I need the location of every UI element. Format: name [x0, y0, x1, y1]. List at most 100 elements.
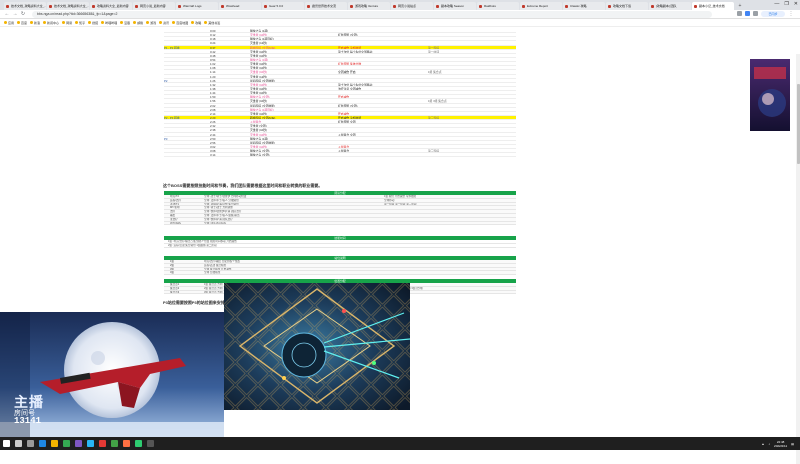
- edge-icon[interactable]: [39, 440, 46, 447]
- network-icon[interactable]: ▲: [762, 442, 765, 446]
- table-cell: 全场: 盗贼/萨满/武僧 集合站位: [204, 202, 239, 206]
- bookmark-label: 攻略: [195, 20, 202, 25]
- table-cell: 红色预警 集体分散: [338, 62, 362, 67]
- table-cell: 2:44: [210, 132, 216, 137]
- address-bar-row: ← → ↻ bbs.nga.cn/read.php?tid=36665638&_…: [0, 10, 800, 19]
- table-cell: [428, 41, 516, 44]
- table-cell: [338, 153, 428, 156]
- page-scrollbar[interactable]: [796, 54, 800, 464]
- table-cell: 2:38: [210, 128, 216, 133]
- mail-icon[interactable]: [87, 440, 94, 447]
- close-window-button[interactable]: ✕: [794, 1, 798, 7]
- bookmark-label: 搜狐: [92, 20, 99, 25]
- game-icon[interactable]: [111, 440, 118, 447]
- taskview-icon[interactable]: [27, 440, 34, 447]
- tab-label: Extreme Report: [527, 4, 549, 8]
- browser-tab[interactable]: Raidbots: [477, 2, 519, 10]
- browser-tab[interactable]: Gear 5.0.0: [262, 2, 304, 10]
- bookmark-label: 应用: [8, 20, 15, 25]
- browser-tab[interactable]: 副本攻略 Season: [434, 2, 476, 10]
- browser-tab[interactable]: Wowhead: [219, 2, 261, 10]
- tab-favicon-icon: [651, 4, 654, 8]
- browser-tab[interactable]: 网页小说_最新内容: [133, 2, 175, 10]
- chrome-icon[interactable]: [63, 440, 70, 447]
- wechat-icon[interactable]: [135, 440, 142, 447]
- table-cell: [164, 70, 210, 73]
- table-cell: 灭世者 (10秒): [250, 62, 267, 67]
- table-cell: [428, 124, 516, 127]
- volume-icon[interactable]: ♪: [769, 442, 771, 446]
- menu-icon[interactable]: ⋮: [788, 11, 794, 17]
- bookmark-item[interactable]: 搜狐: [88, 21, 98, 25]
- browser-tab[interactable]: 魔兽世界技术交流: [305, 2, 347, 10]
- reload-icon[interactable]: ↻: [20, 11, 26, 17]
- bookmark-label: 网易: [66, 20, 73, 25]
- search-icon[interactable]: [15, 440, 22, 447]
- table-cell: 全场: 牧师/萨满 团队治疗: [204, 217, 233, 221]
- clock[interactable]: 22:48 2022/2/11: [774, 440, 787, 448]
- browser-tab[interactable]: 技术文档_攻略资料大全_...: [4, 2, 46, 10]
- bookmark-item[interactable]: 资讯: [159, 21, 169, 25]
- table-cell: 全场: 法师/术士/猎人 分散站位: [204, 198, 239, 202]
- table-cell: 2组: [170, 263, 175, 267]
- forward-icon[interactable]: →: [12, 11, 18, 17]
- bookmark-item[interactable]: 新闻中心: [43, 21, 59, 25]
- ad-thumbnail-image[interactable]: [750, 59, 790, 131]
- table-cell: 全场: 骑士/战士 方向调整: [204, 206, 233, 210]
- table-cell: 1组: [170, 260, 175, 263]
- minimize-button[interactable]: —: [774, 1, 779, 7]
- bookmark-item[interactable]: 豆瓣: [120, 21, 130, 25]
- back-icon[interactable]: ←: [4, 11, 10, 17]
- table-cell: 3:02: [210, 144, 216, 149]
- browser-tab[interactable]: Extreme Report: [520, 2, 562, 10]
- table-cell: 全场: 法师/术士/猎人/盗贼 输出: [204, 213, 240, 217]
- new-tab-button[interactable]: +: [737, 3, 743, 9]
- store-icon[interactable]: [75, 440, 82, 447]
- video-icon[interactable]: [123, 440, 130, 447]
- browser-tab[interactable]: 技术文档_攻略资料大全_...: [47, 2, 89, 10]
- bookmark-item[interactable]: 哔哩哔哩: [101, 21, 117, 25]
- table-cell: 1:26: [210, 78, 216, 83]
- browser-tab[interactable]: 网页小说站点: [391, 2, 433, 10]
- bookmark-item[interactable]: 网易: [62, 21, 72, 25]
- group-table: 1组 坦克/治疗/输出 分配到各个位置 2组 远程/近战 集合站位 3组 全场 集合站位 …: [164, 260, 516, 276]
- table-cell: 1:32: [210, 82, 216, 87]
- table-cell: 2:56: [210, 140, 216, 145]
- notification-icon[interactable]: ▤: [791, 442, 794, 446]
- table-cell: 转换阶段 (全团AOE): [250, 45, 276, 50]
- browser-tab[interactable]: 攻略文档下载: [606, 2, 648, 10]
- extension-icon[interactable]: [753, 11, 758, 16]
- tab-label: 副本攻略 Season: [441, 4, 465, 8]
- bookmark-item[interactable]: 百度地图: [172, 21, 188, 25]
- extension-icon[interactable]: [737, 11, 742, 16]
- profile-sync-button[interactable]: 已同步: [761, 11, 785, 17]
- bookmark-item[interactable]: 新浪: [30, 21, 40, 25]
- table-cell: 灭世者 (10秒): [250, 144, 267, 149]
- table-cell: 灭世者 (10秒): [250, 91, 267, 96]
- browser-tab[interactable]: [攻略副本] 团队: [649, 2, 691, 10]
- folder-icon[interactable]: [51, 440, 58, 447]
- browser-tab[interactable]: 副本小记_技术文档: [692, 2, 734, 10]
- bookmark-item[interactable]: 应用: [4, 21, 14, 25]
- bookmark-item[interactable]: 攻略: [191, 21, 201, 25]
- browser-tab[interactable]: Classic 攻略: [563, 2, 605, 10]
- maximize-button[interactable]: ❐: [784, 1, 788, 7]
- bookmark-item[interactable]: 百度: [17, 21, 27, 25]
- extension-icon[interactable]: [745, 11, 750, 16]
- scrollbar-thumb[interactable]: [796, 84, 800, 164]
- url-input[interactable]: bbs.nga.cn/read.php?tid=36665638&_fp=1&p…: [32, 10, 712, 18]
- tab-favicon-icon: [522, 4, 525, 8]
- table-cell: 1:38: [210, 86, 216, 91]
- bookmark-item[interactable]: 游戏: [146, 21, 156, 25]
- browser-tab[interactable]: 游戏攻略 Venture: [348, 2, 390, 10]
- start-icon[interactable]: [3, 440, 10, 447]
- table-row: 团长/指挥 全场: 团队语音指挥: [164, 222, 516, 226]
- obs-icon[interactable]: [147, 440, 154, 447]
- bookmark-item[interactable]: 其他书签: [204, 21, 220, 25]
- bookmark-item[interactable]: 知乎: [75, 21, 85, 25]
- music-icon[interactable]: [99, 440, 106, 447]
- bookmark-item[interactable]: 邮箱: [133, 21, 143, 25]
- table-cell: 1组 跑位 开启减伤 冷却技能: [384, 195, 417, 198]
- browser-tab[interactable]: Warcraft Logs: [176, 2, 218, 10]
- browser-tab[interactable]: 攻略资料大全_最新内容: [90, 2, 132, 10]
